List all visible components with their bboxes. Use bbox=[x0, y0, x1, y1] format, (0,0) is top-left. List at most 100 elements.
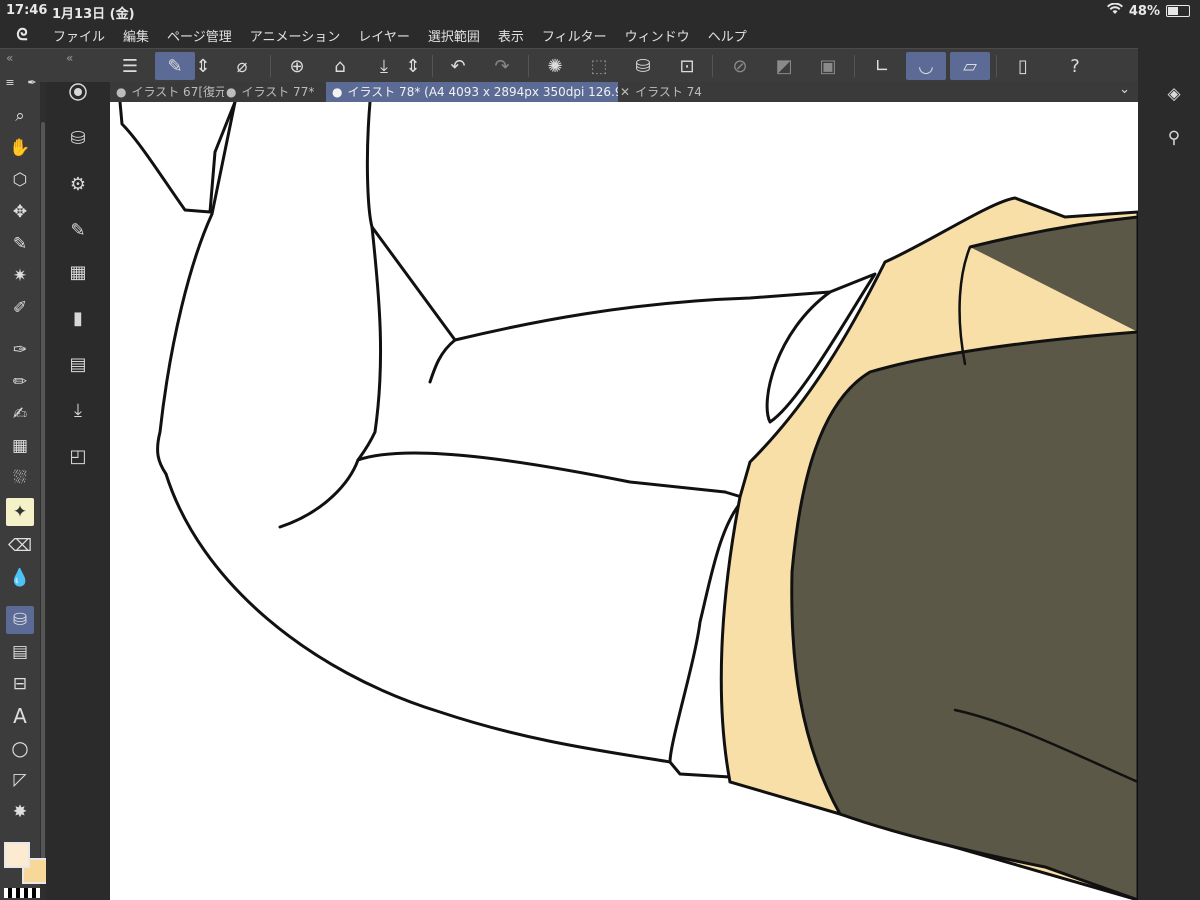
eraser-tool-icon[interactable]: ⌫ bbox=[6, 532, 34, 560]
separator bbox=[712, 55, 713, 77]
ellipse-tool-icon[interactable]: ○ bbox=[6, 734, 34, 762]
separator bbox=[432, 55, 433, 77]
menu-filter[interactable]: フィルター bbox=[533, 26, 616, 45]
sub-toggle-icon[interactable]: ≡ bbox=[2, 74, 18, 90]
transform-icon[interactable]: ⊡ bbox=[667, 52, 707, 80]
main-color-chip[interactable] bbox=[4, 842, 30, 868]
arm-bottom-line bbox=[164, 472, 672, 764]
texture-tool-icon[interactable]: ▦ bbox=[6, 432, 34, 460]
tab-illust-78[interactable]: ● イラスト 78* (A4 4093 x 2894px 350dpi 126.9… bbox=[326, 82, 618, 102]
menu-bar: ᘓ ファイル 編集 ページ管理 アニメーション レイヤー 選択範囲 表示 フィル… bbox=[0, 22, 1200, 48]
tab-list-chevron-icon[interactable]: ⌄ bbox=[1119, 82, 1130, 97]
circle-button-icon[interactable] bbox=[62, 76, 94, 108]
lasso-tool-icon[interactable]: ✎ bbox=[6, 230, 34, 258]
menu-view[interactable]: 表示 bbox=[489, 26, 533, 45]
material-download-icon[interactable]: ⤓ bbox=[62, 394, 94, 426]
artwork bbox=[118, 102, 1138, 900]
menu-file[interactable]: ファイル bbox=[44, 26, 114, 45]
figure-tool-icon[interactable]: ⊟ bbox=[6, 670, 34, 698]
layers-icon[interactable]: ◈ bbox=[1162, 82, 1186, 106]
tool-palette: ≡ ✒ ⌕ ✋ ⬡ ✥ ✎ ✷ ✐ ✑ ✏ ✍ ▦ ⛆ ✦ ⌫ 💧 ⛁ ▤ ⊟ … bbox=[0, 76, 40, 900]
right-panel: ◈ ⚲ bbox=[1138, 48, 1200, 900]
up-down-2-icon[interactable]: ⇕ bbox=[400, 52, 426, 80]
select-all-icon[interactable]: ▣ bbox=[808, 52, 848, 80]
undo-icon[interactable]: ↶ bbox=[438, 52, 478, 80]
pen-small-icon[interactable]: ✒ bbox=[24, 74, 40, 90]
tab-illust-67[interactable]: ● イラスト 67[復元] bbox=[110, 82, 224, 102]
menu-page[interactable]: ページ管理 bbox=[158, 26, 241, 45]
effect-line-tool-icon[interactable]: ✸ bbox=[6, 798, 34, 826]
ruler-tool-icon[interactable]: ◸ bbox=[6, 766, 34, 794]
separator bbox=[528, 55, 529, 77]
open-folder-icon[interactable]: ⌂ bbox=[320, 52, 360, 80]
decoration-tool-icon[interactable]: ✦ bbox=[6, 498, 34, 526]
battery-level bbox=[1168, 7, 1178, 15]
wifi-icon bbox=[1106, 2, 1123, 19]
stabilizer-icon[interactable]: ◡ bbox=[906, 52, 946, 80]
deselect-icon[interactable]: ⊘ bbox=[720, 52, 760, 80]
tab-dot-icon: ● bbox=[332, 85, 343, 99]
fill-tool-icon[interactable]: ⛁ bbox=[6, 606, 34, 634]
forearm-bottom-line bbox=[356, 451, 727, 494]
navigator-icon[interactable]: ⚲ bbox=[1162, 126, 1186, 150]
redo-icon[interactable]: ↷ bbox=[482, 52, 522, 80]
brush-edit-icon[interactable]: ✎ bbox=[155, 52, 195, 80]
gradient-tool-icon[interactable]: ▤ bbox=[6, 638, 34, 666]
collapse-left-icon[interactable]: « bbox=[6, 51, 13, 65]
pencil-tool-icon[interactable]: ✏ bbox=[6, 368, 34, 396]
spiral-icon[interactable]: ⌀ bbox=[222, 52, 262, 80]
select-box-icon[interactable]: ⬚ bbox=[579, 52, 619, 80]
command-bar: « « ☰ ✎ ⇕ ⌀ ⊕ ⌂ ⤓ ⇕ ↶ ↷ ✺ ⬚ ⛁ ⊡ ⊘ ◩ ▣ ∟ … bbox=[0, 48, 1200, 83]
drawing-canvas[interactable] bbox=[110, 102, 1138, 900]
menu-edit[interactable]: 編集 bbox=[114, 26, 158, 45]
airbrush-tool-icon[interactable]: ⛆ bbox=[6, 464, 34, 492]
menu-window[interactable]: ウィンドウ bbox=[616, 26, 699, 45]
color-set-icon[interactable]: ▦ bbox=[62, 256, 94, 288]
text-tool-icon[interactable]: A bbox=[6, 702, 34, 730]
brush-tool-icon[interactable]: ✍ bbox=[6, 400, 34, 428]
sub-tool-column: ⛁ ⚙ ✎ ▦ ▮ ▤ ⤓ ◰ bbox=[46, 82, 110, 900]
page-manager-icon[interactable]: ▤ bbox=[62, 348, 94, 380]
tab-label: イラスト 77* bbox=[241, 85, 315, 99]
menu-icon[interactable]: ☰ bbox=[110, 52, 150, 80]
tab-close-icon[interactable]: ✕ bbox=[620, 85, 630, 99]
help-icon[interactable]: ? bbox=[1055, 52, 1095, 80]
scrollbar-thumb[interactable] bbox=[41, 122, 45, 882]
operation-tool-icon[interactable]: ⬡ bbox=[6, 166, 34, 194]
smartphone-icon[interactable]: ▯ bbox=[1003, 52, 1043, 80]
collar-line bbox=[118, 102, 237, 214]
status-bar: 17:46 1月13日 (金) 48% bbox=[0, 0, 1200, 22]
hand-tool-icon[interactable]: ✋ bbox=[6, 134, 34, 162]
line-snap-icon[interactable]: ▱ bbox=[950, 52, 990, 80]
fill-settings-icon[interactable]: ⛁ bbox=[62, 122, 94, 154]
eyedropper-tool-icon[interactable]: ✐ bbox=[6, 294, 34, 322]
magic-wand-tool-icon[interactable]: ✷ bbox=[6, 262, 34, 290]
material-folder-icon[interactable]: ◰ bbox=[62, 440, 94, 472]
blend-tool-icon[interactable]: 💧 bbox=[6, 564, 34, 592]
tool-property-icon[interactable]: ⚙ bbox=[62, 168, 94, 200]
menu-help[interactable]: ヘルプ bbox=[699, 26, 756, 45]
new-canvas-icon[interactable]: ⊕ bbox=[277, 52, 317, 80]
collapse-mid-icon[interactable]: « bbox=[66, 51, 73, 65]
tab-illust-74[interactable]: ✕ イラスト 74 bbox=[614, 82, 730, 102]
brush-size-icon[interactable]: ✎ bbox=[62, 214, 94, 246]
tab-label: イラスト 74 bbox=[635, 85, 702, 99]
zoom-tool-icon[interactable]: ⌕ bbox=[6, 102, 34, 130]
ruler-snap-icon[interactable]: ∟ bbox=[862, 52, 902, 80]
transparent-color-chip[interactable] bbox=[4, 888, 40, 898]
menu-animation[interactable]: アニメーション bbox=[241, 26, 349, 45]
tab-illust-77[interactable]: ● イラスト 77* bbox=[220, 82, 330, 102]
app-logo-icon[interactable]: ᘓ bbox=[0, 25, 44, 45]
timeline-icon[interactable]: ▮ bbox=[62, 302, 94, 334]
separator bbox=[270, 55, 271, 77]
tab-label: イラスト 67[復元] bbox=[131, 85, 224, 99]
save-icon[interactable]: ⤓ bbox=[364, 52, 404, 80]
invert-selection-icon[interactable]: ◩ bbox=[764, 52, 804, 80]
spinner-icon[interactable]: ✺ bbox=[535, 52, 575, 80]
move-tool-icon[interactable]: ✥ bbox=[6, 198, 34, 226]
fill-icon[interactable]: ⛁ bbox=[623, 52, 663, 80]
menu-layer[interactable]: レイヤー bbox=[349, 26, 419, 45]
menu-selection[interactable]: 選択範囲 bbox=[419, 26, 489, 45]
up-down-icon[interactable]: ⇕ bbox=[190, 52, 216, 80]
pen-tool-icon[interactable]: ✑ bbox=[6, 336, 34, 364]
